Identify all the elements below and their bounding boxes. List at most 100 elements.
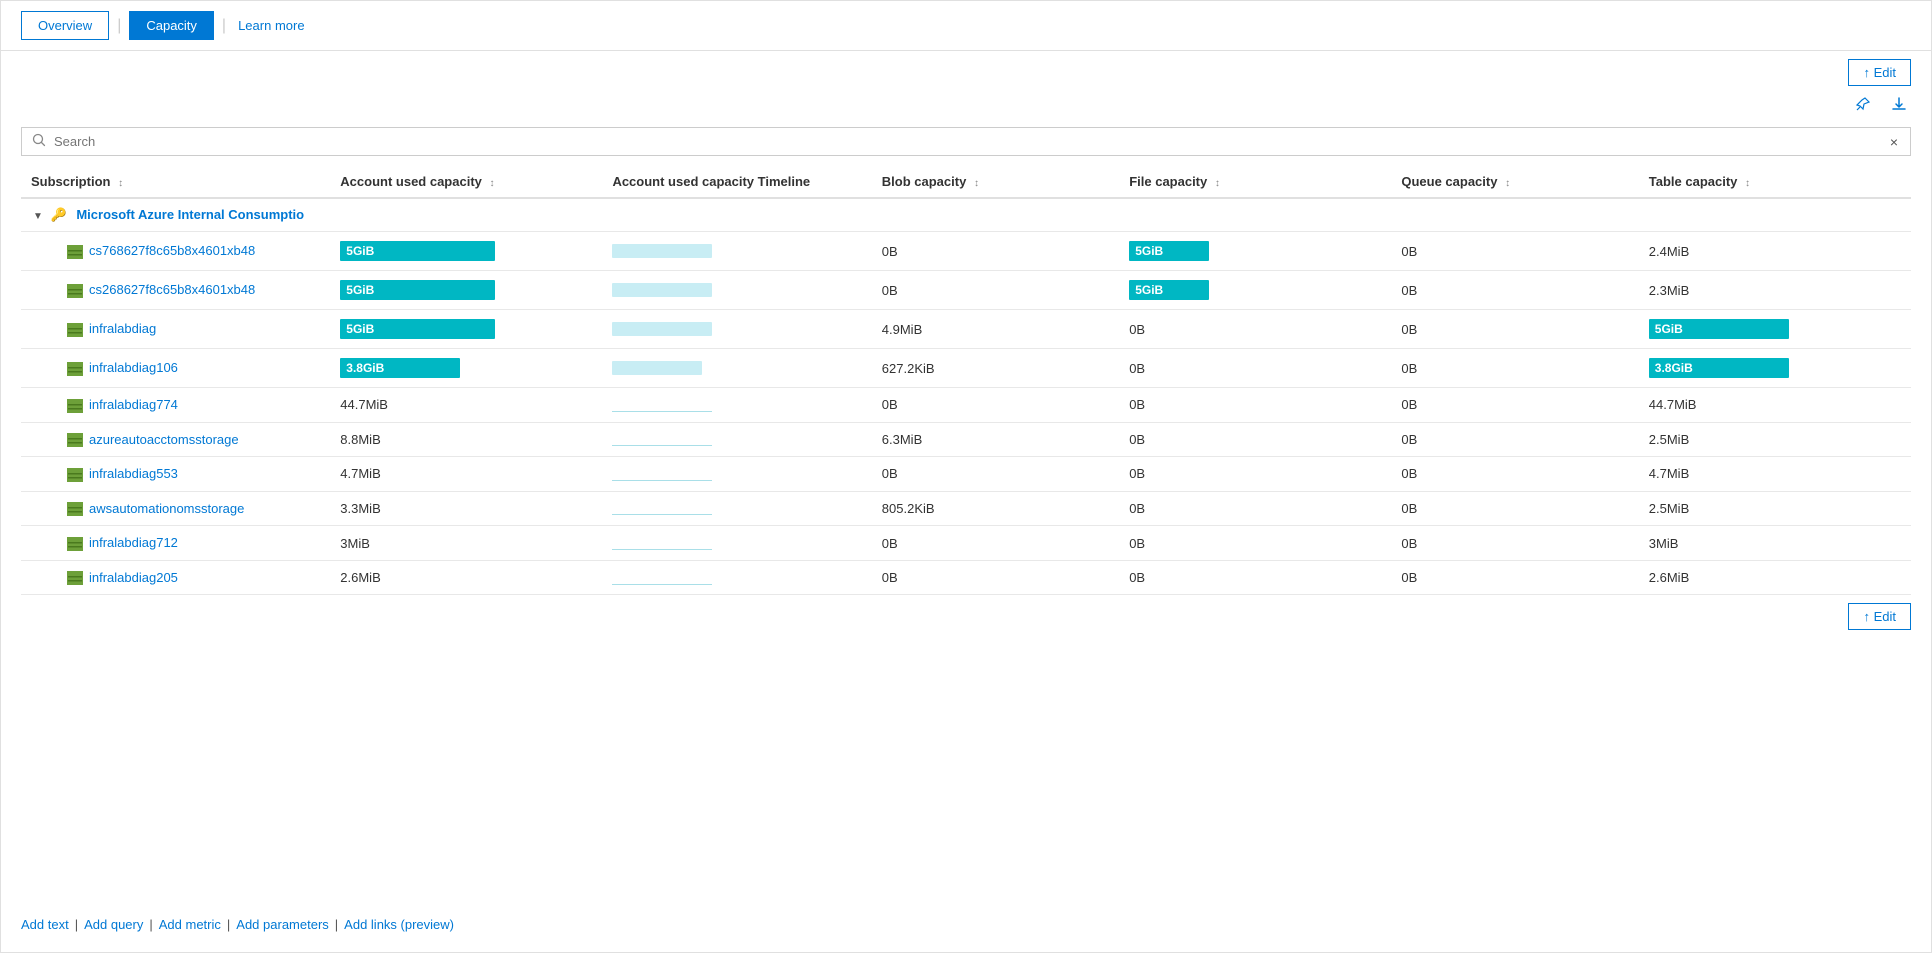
search-bar: × [21,127,1911,156]
resource-link[interactable]: cs768627f8c65b8x4601xb48 [89,243,255,258]
queue-capacity-cell: 0B [1391,560,1638,595]
timeline-bar [612,283,712,297]
queue-capacity-value: 0B [1401,322,1417,337]
add-parameters-link[interactable]: Add parameters [236,917,329,932]
table-capacity-cell: 2.3MiB [1639,271,1911,310]
table-capacity-cell: 44.7MiB [1639,388,1911,423]
table-capacity-value: 2.5MiB [1649,432,1689,447]
timeline-line [612,536,712,550]
capacity-button[interactable]: Capacity [129,11,214,40]
table-capacity-bar: 3.8GiB [1649,358,1789,378]
timeline-cell [602,560,871,595]
blob-capacity-value: 0B [882,466,898,481]
queue-capacity-value: 0B [1401,397,1417,412]
blob-capacity-cell: 0B [872,271,1119,310]
subscription-cell: cs768627f8c65b8x4601xb48 [21,232,330,271]
account-capacity-bar: 5GiB [340,319,495,339]
capacity-value: 4.7MiB [340,466,380,481]
subscription-cell: infralabdiag205 [21,560,330,595]
edit-button-bottom[interactable]: ↑ Edit [1848,603,1911,630]
overview-button[interactable]: Overview [21,11,109,40]
file-capacity-value: 0B [1129,432,1145,447]
sort-icon-file: ↕ [1215,178,1220,189]
queue-capacity-cell: 0B [1391,422,1638,457]
account-used-capacity-cell: 3.8GiB [330,349,602,388]
table-capacity-cell: 3MiB [1639,526,1911,561]
resource-link[interactable]: awsautomationomsstorage [89,501,244,516]
timeline-line [612,501,712,515]
timeline-line [612,398,712,412]
account-used-capacity-cell: 5GiB [330,232,602,271]
search-icon [32,133,46,150]
add-metric-link[interactable]: Add metric [159,917,221,932]
queue-capacity-value: 0B [1401,361,1417,376]
table-capacity-value: 4.7MiB [1649,466,1689,481]
col-blob-capacity[interactable]: Blob capacity ↕ [872,166,1119,198]
subscription-cell: cs268627f8c65b8x4601xb48 [21,271,330,310]
resource-link[interactable]: infralabdiag774 [89,397,178,412]
table-capacity-cell: 2.5MiB [1639,491,1911,526]
col-account-used-capacity[interactable]: Account used capacity ↕ [330,166,602,198]
col-account-used-capacity-timeline[interactable]: Account used capacity Timeline [602,166,871,198]
add-query-link[interactable]: Add query [84,917,143,932]
sort-icon-blob: ↕ [974,178,979,189]
table-row: infralabdiag106 3.8GiB 627.2KiB0B0B3.8Gi… [21,349,1911,388]
group-chevron[interactable]: ▼ [33,211,43,222]
col-table-capacity[interactable]: Table capacity ↕ [1639,166,1911,198]
file-capacity-value: 0B [1129,536,1145,551]
footer-links: Add text | Add query | Add metric | Add … [1,903,1931,952]
timeline-line [612,467,712,481]
account-capacity-bar: 3.8GiB [340,358,495,378]
account-used-capacity-cell: 5GiB [330,271,602,310]
add-links-link[interactable]: Add links (preview) [344,917,454,932]
table-capacity-value: 44.7MiB [1649,397,1697,412]
learn-more-link[interactable]: Learn more [234,12,308,39]
queue-capacity-cell: 0B [1391,310,1638,349]
group-name-link[interactable]: Microsoft Azure Internal Consumptio [76,207,304,222]
timeline-bar [612,322,712,336]
table-capacity-value: 2.3MiB [1649,283,1689,298]
edit-button-top[interactable]: ↑ Edit [1848,59,1911,86]
resource-link[interactable]: infralabdiag712 [89,535,178,550]
subscription-cell: infralabdiag106 [21,349,330,388]
sort-icon-subscription: ↕ [118,178,123,189]
blob-capacity-cell: 0B [872,560,1119,595]
queue-capacity-value: 0B [1401,536,1417,551]
table-row: awsautomationomsstorage3.3MiB805.2KiB0B0… [21,491,1911,526]
sort-icon-queue: ↕ [1505,178,1510,189]
icon-toolbar [1,90,1931,127]
resource-link[interactable]: infralabdiag106 [89,360,178,375]
pin-button[interactable] [1851,94,1875,119]
timeline-cell [602,310,871,349]
queue-capacity-cell: 0B [1391,388,1638,423]
table-header-row: Subscription ↕ Account used capacity ↕ A… [21,166,1911,198]
table-row: infralabdiag 5GiB 4.9MiB0B0B5GiB [21,310,1911,349]
download-button[interactable] [1887,94,1911,119]
search-input[interactable] [54,134,1888,149]
group-row: ▼ 🔑 Microsoft Azure Internal Consumptio [21,198,1911,232]
queue-capacity-cell: 0B [1391,526,1638,561]
resource-link[interactable]: infralabdiag553 [89,466,178,481]
table-wrapper: Subscription ↕ Account used capacity ↕ A… [21,166,1911,595]
file-capacity-value: 0B [1129,466,1145,481]
col-file-capacity[interactable]: File capacity ↕ [1119,166,1391,198]
col-queue-capacity[interactable]: Queue capacity ↕ [1391,166,1638,198]
add-text-link[interactable]: Add text [21,917,69,932]
blob-capacity-cell: 0B [872,388,1119,423]
queue-capacity-value: 0B [1401,432,1417,447]
table-row: infralabdiag7123MiB0B0B0B3MiB [21,526,1911,561]
timeline-cell [602,422,871,457]
file-capacity-cell: 0B [1119,310,1391,349]
queue-capacity-cell: 0B [1391,491,1638,526]
capacity-value: 3MiB [340,536,370,551]
col-subscription[interactable]: Subscription ↕ [21,166,330,198]
resource-link[interactable]: cs268627f8c65b8x4601xb48 [89,282,255,297]
file-capacity-cell: 0B [1119,526,1391,561]
file-capacity-cell: 5GiB [1119,232,1391,271]
subscription-cell: azureautoacctomsstorage [21,422,330,457]
search-clear-button[interactable]: × [1888,134,1900,150]
resource-link[interactable]: azureautoacctomsstorage [89,432,239,447]
resource-link[interactable]: infralabdiag205 [89,570,178,585]
file-capacity-cell: 0B [1119,349,1391,388]
resource-link[interactable]: infralabdiag [89,321,156,336]
